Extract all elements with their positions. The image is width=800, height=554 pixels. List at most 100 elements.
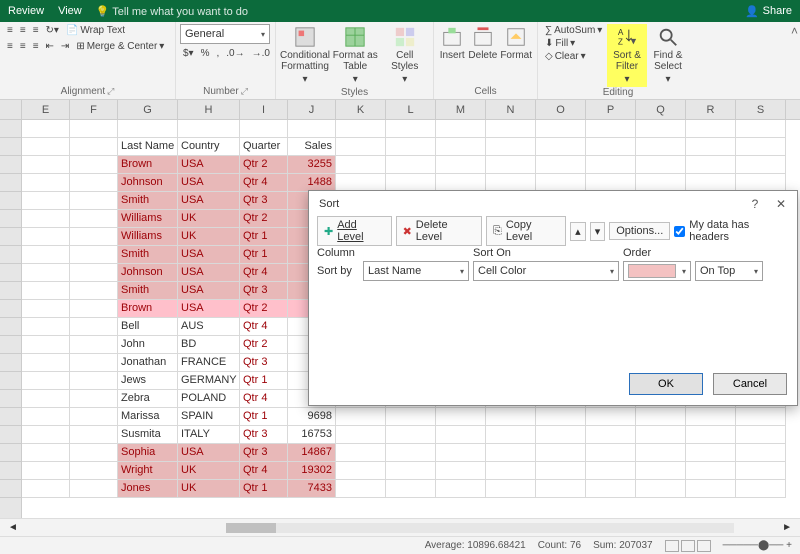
wrap-text-button[interactable]: 📄Wrap Text [63,24,128,37]
dec-decimal-button[interactable]: →.0 [249,47,273,60]
cell[interactable]: Last Name [118,138,178,156]
autosum-button[interactable]: ∑ AutoSum ▾ [542,24,605,37]
cell[interactable] [486,480,536,498]
help-icon[interactable]: ? [745,197,765,211]
cell[interactable] [536,156,586,174]
cell[interactable] [686,120,736,138]
cell[interactable]: Qtr 4 [240,462,288,480]
cell[interactable] [736,156,786,174]
cell[interactable] [22,192,70,210]
cell[interactable] [586,156,636,174]
cell[interactable] [288,120,336,138]
add-level-button[interactable]: ✚Add Level [317,216,392,246]
cell[interactable]: Zebra [118,390,178,408]
cell[interactable] [22,228,70,246]
cell[interactable] [22,444,70,462]
column-header[interactable]: N [486,100,536,119]
cell[interactable] [586,408,636,426]
cell[interactable] [22,372,70,390]
cell[interactable] [70,390,118,408]
cell[interactable] [736,462,786,480]
tell-me[interactable]: 💡 Tell me what you want to do [96,5,248,18]
cell[interactable] [22,174,70,192]
cell[interactable] [386,156,436,174]
column-header[interactable]: I [240,100,288,119]
indent-dec-button[interactable]: ⇤ [43,40,57,53]
fill-button[interactable]: ⬇ Fill ▾ [542,37,578,50]
cell[interactable] [22,156,70,174]
cell[interactable] [486,156,536,174]
cell[interactable] [70,480,118,498]
sorton-dropdown[interactable]: Cell Color▾ [473,261,619,281]
cell[interactable] [636,444,686,462]
cell[interactable] [486,138,536,156]
cell[interactable]: Susmita [118,426,178,444]
cell[interactable] [336,138,386,156]
cell[interactable] [536,408,586,426]
cell[interactable]: Qtr 1 [240,372,288,390]
cell[interactable]: Qtr 4 [240,264,288,282]
cell[interactable] [586,120,636,138]
cell[interactable] [22,480,70,498]
cell[interactable] [70,174,118,192]
cell[interactable] [636,426,686,444]
cell[interactable]: Qtr 1 [240,480,288,498]
cell[interactable] [536,480,586,498]
cell[interactable]: Qtr 2 [240,336,288,354]
cell[interactable]: Qtr 1 [240,246,288,264]
cell[interactable]: USA [178,246,240,264]
inc-decimal-button[interactable]: .0→ [223,47,247,60]
cell[interactable] [22,120,70,138]
align-center-button[interactable]: ≡ [17,40,29,53]
comma-button[interactable]: , [214,47,223,60]
cell[interactable] [22,408,70,426]
sortby-field-dropdown[interactable]: Last Name▾ [363,261,469,281]
number-format-dropdown[interactable]: General▾ [180,24,270,44]
cell[interactable] [686,138,736,156]
cell[interactable] [386,138,436,156]
delete-level-button[interactable]: ✖Delete Level [396,216,482,246]
cell[interactable]: USA [178,282,240,300]
cell[interactable] [70,210,118,228]
cell[interactable] [22,354,70,372]
format-button[interactable]: Format [499,24,533,63]
cell[interactable]: Smith [118,246,178,264]
cell[interactable] [22,390,70,408]
insert-button[interactable]: Insert [438,24,466,63]
cell[interactable]: 9698 [288,408,336,426]
share-button[interactable]: 👤Share [745,5,792,18]
cell[interactable] [22,138,70,156]
cell[interactable]: UK [178,228,240,246]
column-header[interactable]: Q [636,100,686,119]
column-header[interactable]: R [686,100,736,119]
cell[interactable] [22,462,70,480]
cell[interactable]: Brown [118,300,178,318]
cell[interactable] [70,300,118,318]
cell[interactable]: USA [178,174,240,192]
cell[interactable]: Smith [118,192,178,210]
order-color-dropdown[interactable]: ▾ [623,261,691,281]
cell[interactable]: Brown [118,156,178,174]
column-header[interactable]: H [178,100,240,119]
cell[interactable] [536,426,586,444]
horizontal-scrollbar[interactable]: ◄ ► [0,518,800,536]
cell[interactable] [636,408,686,426]
cell[interactable]: Qtr 3 [240,426,288,444]
options-button[interactable]: Options... [609,222,670,240]
cell[interactable]: UK [178,462,240,480]
align-bot-button[interactable]: ≡ [30,24,42,37]
cell[interactable]: Jonathan [118,354,178,372]
cell[interactable] [436,426,486,444]
align-left-button[interactable]: ≡ [4,40,16,53]
cell[interactable]: Qtr 3 [240,282,288,300]
zoom-slider[interactable]: ─────⬤── + [723,540,792,551]
cell[interactable] [70,156,118,174]
cell[interactable] [686,480,736,498]
cell[interactable] [70,228,118,246]
cell[interactable] [486,426,536,444]
cell[interactable] [22,264,70,282]
cell[interactable]: Williams [118,228,178,246]
cell[interactable] [486,444,536,462]
cell[interactable] [636,156,686,174]
cell[interactable] [118,120,178,138]
